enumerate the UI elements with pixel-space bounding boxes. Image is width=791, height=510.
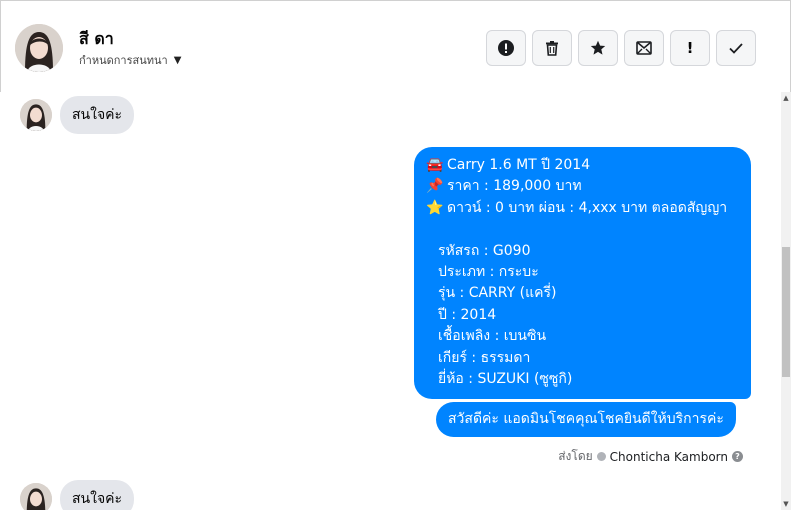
sent-by-info: ส่งโดย Chonticha Kamborn ? [558,447,743,466]
incoming-bubble[interactable]: สนใจค่ะ [60,480,135,510]
flag-button[interactable]: ! [670,30,710,66]
conversation-schedule-dropdown[interactable]: กำหนดการสนทนา ▼ [79,51,181,69]
sender-avatar[interactable] [20,483,52,510]
incoming-bubble[interactable]: สนใจค่ะ [60,96,135,134]
mark-unread-button[interactable] [624,30,664,66]
listing-detail: เกียร์ : ธรรมดา [438,349,531,366]
delete-button[interactable] [532,30,572,66]
star-icon: ⭐ [426,199,444,216]
conversation-subtitle: กำหนดการสนทนา [79,54,168,67]
star-button[interactable] [578,30,618,66]
mark-unread-icon [636,41,652,55]
listing-down-payment: ดาวน์ : 0 บาท ผ่อน : 4,xxx บาท ตลอดสัญญา [447,199,728,216]
mark-done-button[interactable] [716,30,756,66]
contact-avatar[interactable] [15,24,63,72]
sent-by-label: ส่งโดย [558,449,593,463]
conversation-actions: ! [486,30,756,66]
car-icon: 🚘 [426,157,444,173]
caret-down-icon: ▼ [173,54,182,66]
listing-detail: ประเภท : กระบะ [438,264,539,281]
trash-icon [546,41,558,56]
incoming-message: สนใจค่ะ [20,96,135,134]
car-listing-message[interactable]: 🚘 Carry 1.6 MT ปี 2014 📌 ราคา : 189,000 บา… [414,147,751,399]
greeting-message[interactable]: สวัสดีค่ะ แอดมินโชคคุณโชคยินดีให้บริการค… [436,402,736,438]
listing-detail: ยี่ห้อ : SUZUKI (ซูซูกิ) [438,371,573,388]
listing-price: ราคา : 189,000 บาท [447,178,582,195]
exclamation-icon: ! [686,39,694,57]
message-thread: สนใจค่ะ 🚘 Carry 1.6 MT ปี 2014 📌 ราคา : 18… [0,92,781,510]
report-button[interactable] [486,30,526,66]
sent-by-name[interactable]: Chonticha Kamborn [610,450,728,464]
listing-detail: รุ่น : CARRY (แครี่) [438,285,557,302]
incoming-message: สนใจค่ะ [20,480,135,510]
help-icon[interactable]: ? [732,451,743,462]
listing-detail: รหัสรถ : G090 [438,242,531,259]
listing-detail: เชื้อเพลิง : เบนซิน [438,328,547,345]
user-status-icon [596,452,606,461]
listing-title: Carry 1.6 MT ปี 2014 [447,157,591,173]
star-icon [590,40,606,55]
check-icon [729,43,743,54]
contact-name: สี ดา [79,29,114,48]
sender-avatar[interactable] [20,99,52,131]
scroll-up-icon[interactable]: ▲ [782,94,790,102]
listing-detail: ปี : 2014 [438,306,497,323]
scroll-thumb[interactable] [782,247,790,377]
scroll-down-icon[interactable]: ▼ [782,500,790,508]
thread-scrollbar[interactable]: ▲ ▼ [781,92,791,510]
pin-icon: 📌 [426,178,444,195]
report-icon [498,40,514,56]
conversation-header: สี ดา กำหนดการสนทนา ▼ ! [0,0,791,93]
